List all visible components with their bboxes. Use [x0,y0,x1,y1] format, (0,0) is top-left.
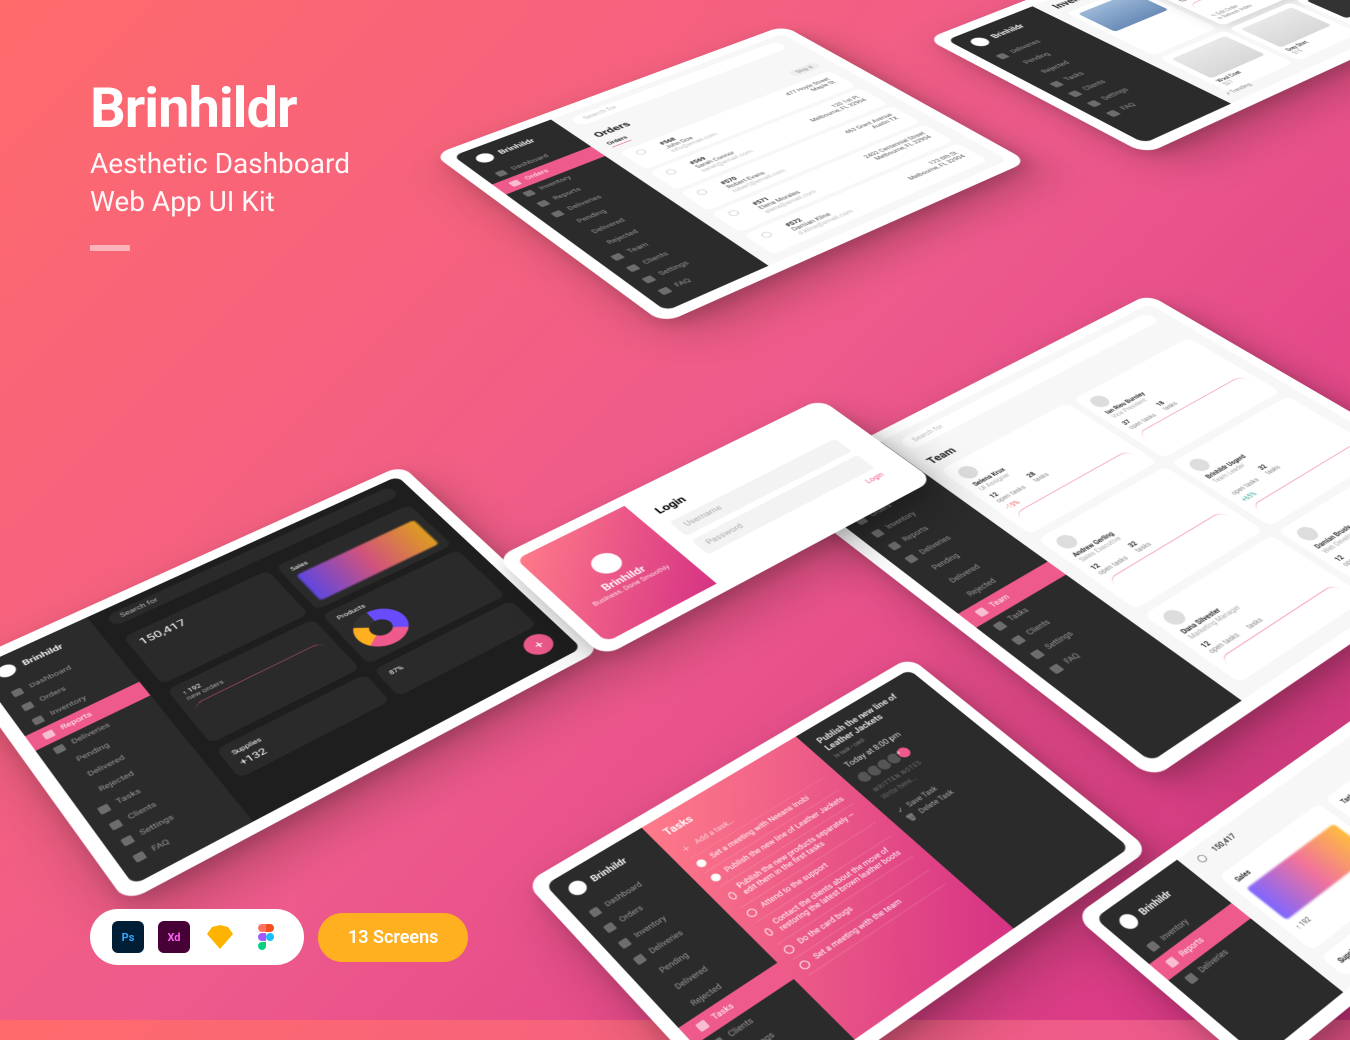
product-card[interactable]: Wool Coat$27 [1160,31,1294,92]
sidebar-item-deliveries[interactable]: Deliveries [36,695,162,765]
sidebar-item-reports[interactable]: Reports [25,682,151,751]
sidebar-item-faq[interactable]: FAQ [114,797,245,875]
delete-task-button[interactable]: 🗑 Delete Task [905,757,1007,824]
sidebar-item-clients[interactable]: Clients [91,767,221,843]
figma-icon [250,921,282,953]
team-member-card[interactable]: Dana SilvesterMarketing Manager12open ta… [1144,535,1350,682]
order-row[interactable]: #572Damian Klined.kline@email.com123 6th… [744,143,988,254]
sidebar-item-settings[interactable]: Settings [103,782,234,859]
task-row[interactable]: Set a meeting with the team [793,870,945,975]
supplies-card: Supplies [1321,878,1350,977]
screen-dashboard-light: Brinhildr Inventory Reports Deliveries ◯… [1075,709,1350,1040]
product-title: Brinhildr [90,75,350,141]
task-row[interactable]: Do the card bugs [778,856,930,960]
sidebar-item-inventory[interactable]: Inventory [15,668,140,736]
photoshop-icon: Ps [112,921,144,953]
screen-orders: Brinhildr Dashboard Orders Inventory Rep… [434,26,1028,324]
screen-dashboard-dark: Brinhildr Dashboard Orders Inventory Rep… [0,465,601,902]
screen-tasks: Brinhildr Dashboard Orders Inventory Del… [526,657,1150,1040]
sidebar-item-tasks[interactable]: Tasks [80,752,209,827]
badges-row: Ps Xd 13 Screens [90,909,468,965]
logo-icon [0,662,19,680]
sidebar-item-delivered[interactable]: Delivered [57,723,185,795]
sidebar-item-rejected[interactable]: Rejected [68,738,196,811]
xd-icon: Xd [158,921,190,953]
sidebar-item-team[interactable]: Team [958,562,1066,628]
logo-icon [585,549,628,578]
hero-block: Brinhildr Aesthetic DashboardWeb App UI … [90,75,350,251]
accent-bar [90,245,130,251]
tools-pill: Ps Xd [90,909,304,965]
screen-inventory: Brinhildr Deliveries Pending Rejected Ta… [927,0,1350,154]
sidebar-item-orders[interactable]: Orders [4,655,128,722]
screens-count-badge: 13 Screens [318,913,468,962]
supplies-card: Supplies+132 [216,674,390,778]
sidebar-item-pending[interactable]: Pending [46,709,173,780]
sketch-icon [204,921,236,953]
product-subtitle: Aesthetic DashboardWeb App UI Kit [90,145,350,221]
